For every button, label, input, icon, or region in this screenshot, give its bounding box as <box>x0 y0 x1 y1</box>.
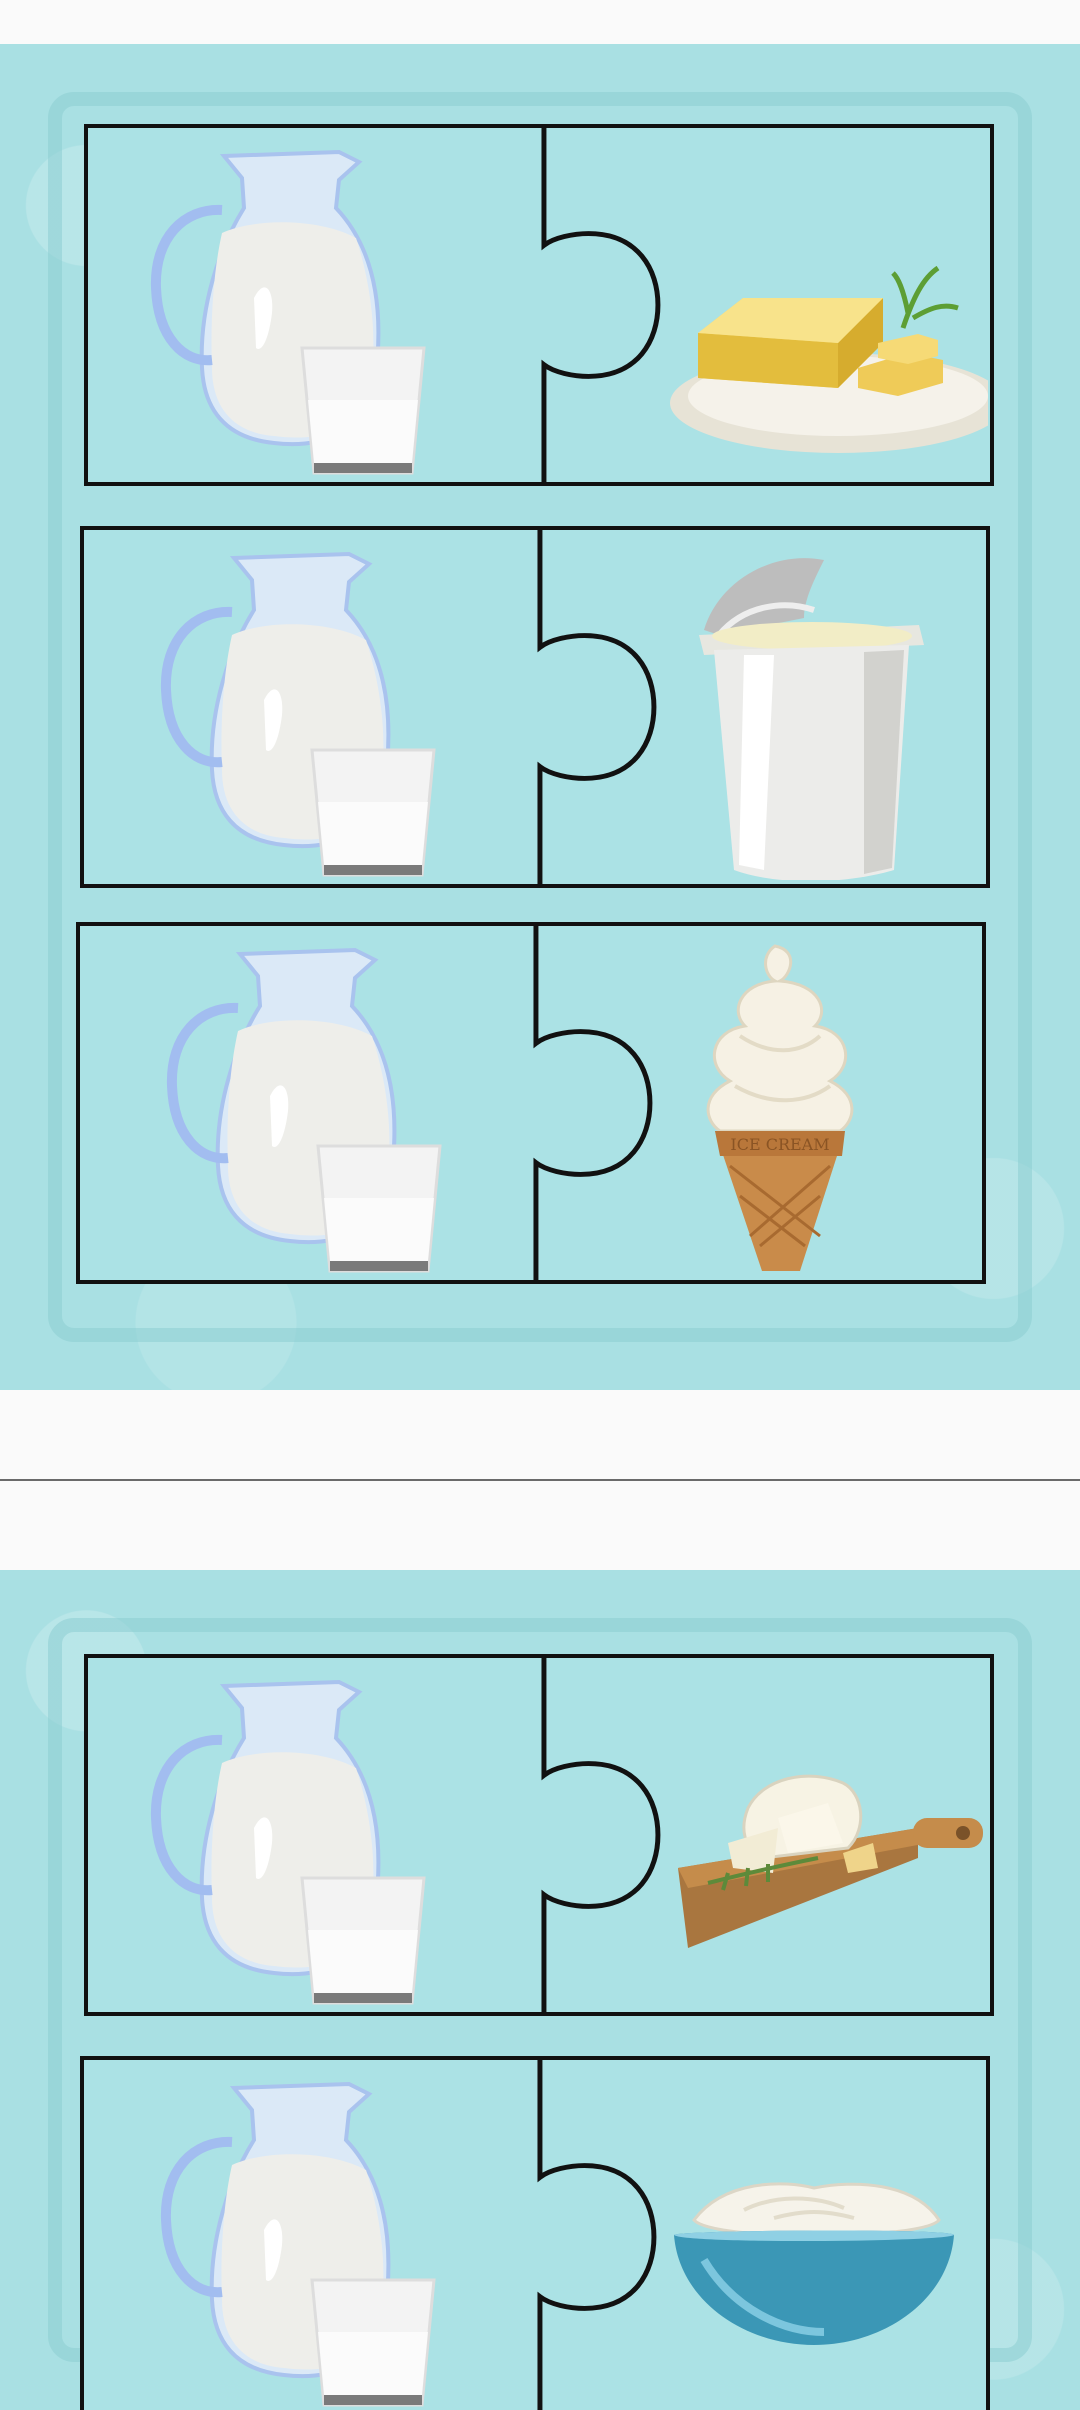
cone-label: ICE CREAM <box>730 1135 829 1154</box>
cheese-board-icon <box>668 1668 988 2008</box>
milk-jug-and-glass-icon <box>124 1668 474 2008</box>
puzzle-card-milk-butter <box>84 124 994 486</box>
sour-cream-bowl-icon <box>654 2070 974 2410</box>
butter-icon <box>668 138 988 478</box>
puzzle-card-milk-sour-cream <box>80 2056 990 2410</box>
puzzle-card-milk-yogurt <box>80 526 990 888</box>
worksheet-page-1: ICE CREAM <box>0 44 1080 1390</box>
milk-jug-and-glass-icon <box>134 540 484 880</box>
milk-jug-and-glass-icon <box>134 2070 484 2410</box>
milk-jug-and-glass-icon <box>140 936 490 1276</box>
milk-jug-and-glass-icon <box>124 138 474 478</box>
ice-cream-cone-icon: ICE CREAM <box>680 936 880 1276</box>
puzzle-card-milk-ice-cream: ICE CREAM <box>76 922 986 1284</box>
yogurt-cup-icon <box>664 540 984 880</box>
page-divider <box>0 1479 1080 1481</box>
puzzle-card-milk-cheese <box>84 1654 994 2016</box>
worksheet-page-2 <box>0 1570 1080 2410</box>
